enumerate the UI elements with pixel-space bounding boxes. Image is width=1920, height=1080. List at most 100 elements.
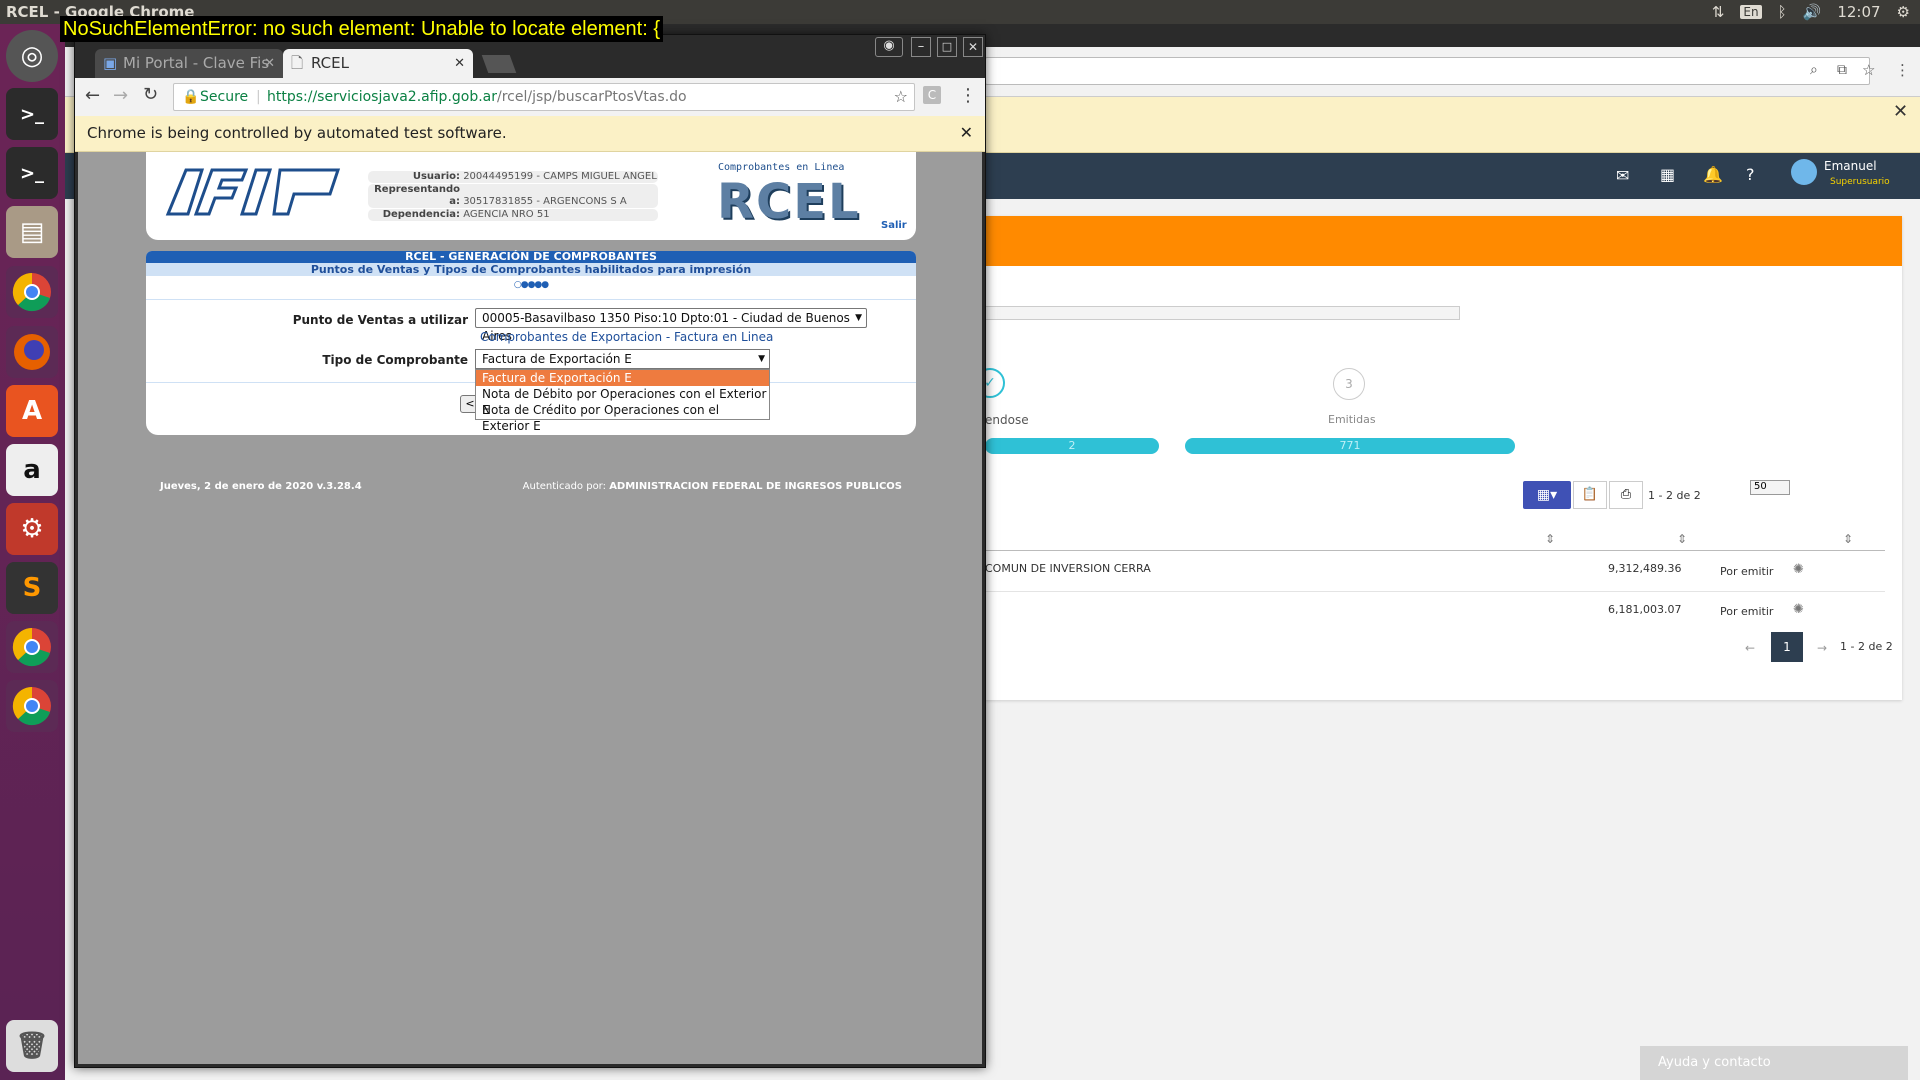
print-button[interactable]: ⎙ xyxy=(1609,481,1643,509)
url-domain: https://serviciosjava2.afip.gob.ar xyxy=(267,89,498,105)
volume-icon[interactable]: 🔊 xyxy=(1803,3,1822,21)
user-avatar[interactable] xyxy=(1791,159,1817,185)
profile-icon[interactable]: ◉ xyxy=(875,37,903,57)
system-settings-icon[interactable]: ⚙ xyxy=(6,503,58,555)
tab-rcel[interactable]: 🗋 RCEL ✕ xyxy=(283,49,473,78)
terminal-icon[interactable]: >_ xyxy=(6,88,58,140)
sort-icon-3[interactable]: ⇕ xyxy=(1843,532,1853,546)
back-arrow-icon[interactable]: ← xyxy=(85,85,100,106)
bell-icon[interactable]: 🔔 xyxy=(1703,165,1723,184)
close-window-button[interactable]: ✕ xyxy=(963,37,983,57)
step-3-circle: 3 xyxy=(1333,368,1365,400)
pagination-range-top: 1 - 2 de 2 xyxy=(1648,489,1701,502)
bg-bookmark-star-icon[interactable]: ☆ xyxy=(1862,61,1875,79)
chrome-icon-2[interactable] xyxy=(6,621,58,673)
tab-mi-portal[interactable]: ▣ Mi Portal - Clave Fis ✕ xyxy=(95,49,283,78)
amazon-icon[interactable]: a xyxy=(6,444,58,496)
mail-icon[interactable]: ✉ xyxy=(1616,166,1629,185)
option-nota-debito[interactable]: Nota de Débito por Operaciones con el Ex… xyxy=(476,386,769,417)
user-role: Superusuario xyxy=(1830,177,1890,187)
url-text: https://serviciosjava2.afip.gob.ar/rcel/… xyxy=(267,84,687,110)
punto-ventas-label: Punto de Ventas a utilizar xyxy=(292,313,468,327)
error-overlay: NoSuchElementError: no such element: Una… xyxy=(60,16,663,42)
per-page-select[interactable]: 50 xyxy=(1750,480,1790,495)
afip-header: Usuario: 20044495199 - CAMPS MIGUEL ANGE… xyxy=(146,152,916,240)
sort-icon-2[interactable]: ⇕ xyxy=(1677,532,1687,546)
help-icon[interactable]: ? xyxy=(1746,165,1755,184)
footer-auth-value: ADMINISTRACION FEDERAL DE INGRESOS PUBLI… xyxy=(609,481,902,492)
representando-value: 30517831855 - ARGENCONS S A xyxy=(463,196,627,207)
reload-icon[interactable]: ↻ xyxy=(143,84,158,105)
tipo-comprobante-select[interactable]: Factura de Exportación E ▼ xyxy=(475,349,770,369)
bg-info-close-icon[interactable]: ✕ xyxy=(1893,101,1908,122)
software-center-icon[interactable]: A xyxy=(6,385,58,437)
step-indicator: ○●●●● xyxy=(513,280,549,290)
tipo-comprobante-dropdown: Factura de Exportación E Nota de Débito … xyxy=(475,369,770,433)
row-1-name: COMUN DE INVERSION CERRA xyxy=(985,562,1151,575)
punto-ventas-select[interactable]: 00005-Basavilbaso 1350 Piso:10 Dpto:01 -… xyxy=(475,308,867,343)
files-icon[interactable]: ▤ xyxy=(6,206,58,258)
automation-notice: Chrome is being controlled by automated … xyxy=(87,124,507,142)
pagination-next-icon[interactable]: → xyxy=(1817,641,1827,655)
keyboard-language[interactable]: En xyxy=(1740,5,1762,19)
menu-dots-icon[interactable]: ⋮ xyxy=(959,85,977,106)
firefox-icon[interactable] xyxy=(6,326,58,378)
bluetooth-icon[interactable]: ᛒ xyxy=(1778,3,1787,21)
ubuntu-dash-icon[interactable]: ◎ xyxy=(6,30,58,82)
url-path: /rcel/jsp/buscarPtosVtas.do xyxy=(497,89,687,105)
option-factura-exportacion[interactable]: Factura de Exportación E xyxy=(476,370,769,386)
grid-view-button[interactable]: ▦▾ xyxy=(1523,481,1571,509)
automation-info-bar: Chrome is being controlled by automated … xyxy=(75,116,985,152)
sublime-text-icon[interactable]: S xyxy=(6,562,58,614)
table-header-divider xyxy=(985,550,1885,551)
forward-arrow-icon[interactable]: → xyxy=(113,85,128,106)
lock-icon: 🔒 xyxy=(182,89,200,105)
bg-zoom-icon[interactable]: ⌕ xyxy=(1810,62,1818,78)
new-tab-button[interactable] xyxy=(481,55,517,73)
bg-content-card: ✓ 3 endose Emitidas 2 771 ▦▾ 📋 ⎙ 1 - 2 d… xyxy=(975,216,1902,700)
terminal-icon-2[interactable]: >_ xyxy=(6,147,58,199)
secure-label: Secure xyxy=(200,89,249,105)
pagination-prev-icon[interactable]: ← xyxy=(1745,641,1755,655)
maximize-button[interactable]: □ xyxy=(937,37,957,57)
chrome-icon-3[interactable] xyxy=(6,680,58,732)
option-nota-credito[interactable]: Nota de Crédito por Operaciones con el E… xyxy=(476,402,769,433)
calendar-icon[interactable]: ▦ xyxy=(1660,165,1675,184)
bg-translate-icon[interactable]: ⧉ xyxy=(1837,62,1847,78)
address-bar[interactable]: 🔒 Secure | https://serviciosjava2.afip.g… xyxy=(173,83,915,111)
progress-bar-1: 2 xyxy=(985,438,1159,454)
bookmark-star-icon[interactable]: ☆ xyxy=(894,84,908,110)
step-2-label: endose xyxy=(985,413,1029,427)
sort-icon-1[interactable]: ⇕ xyxy=(1545,532,1555,546)
row-2-amount: 6,181,003.07 xyxy=(1608,603,1682,616)
user-info: Usuario: 20044495199 - CAMPS MIGUEL ANGE… xyxy=(368,171,658,221)
user-name[interactable]: Emanuel xyxy=(1824,159,1877,173)
row-2-spinner-icon: ✺ xyxy=(1793,602,1804,617)
settings-gear-icon[interactable]: ⚙ xyxy=(1897,3,1910,21)
minimize-button[interactable]: – xyxy=(911,37,931,57)
network-icon[interactable]: ⇅ xyxy=(1712,3,1725,21)
form-subtitle: Puntos de Ventas y Tipos de Comprobantes… xyxy=(146,263,916,276)
form-panel: RCEL - GENERACIÓN DE COMPROBANTES Puntos… xyxy=(146,251,916,435)
help-contact-button[interactable]: Ayuda y contacto xyxy=(1640,1046,1908,1080)
dependencia-value: AGENCIA NRO 51 xyxy=(463,209,550,220)
chrome-window: ▣ Mi Portal - Clave Fis ✕ 🗋 RCEL ✕ ◉ – □… xyxy=(74,34,986,1068)
clipboard-button[interactable]: 📋 xyxy=(1573,481,1607,509)
salir-link[interactable]: Salir xyxy=(881,220,907,231)
trash-icon[interactable]: 🗑 xyxy=(6,1020,58,1072)
clock[interactable]: 12:07 xyxy=(1837,3,1880,21)
info-bar-close-icon[interactable]: ✕ xyxy=(960,116,973,150)
chrome-icon[interactable] xyxy=(6,266,58,318)
tipo-comprobante-value: Factura de Exportación E xyxy=(482,352,632,366)
bg-address-bar[interactable] xyxy=(985,57,1870,85)
usuario-value: 20044495199 - CAMPS MIGUEL ANGEL xyxy=(463,171,657,182)
bg-select[interactable] xyxy=(985,306,1460,320)
extension-icon[interactable]: C xyxy=(923,86,941,104)
usuario-label: Usuario: xyxy=(412,171,460,182)
bg-menu-icon[interactable]: ⋮ xyxy=(1895,61,1910,79)
tab-close-icon[interactable]: ✕ xyxy=(264,49,275,78)
row-divider xyxy=(985,591,1885,592)
tab-close-icon[interactable]: ✕ xyxy=(454,49,465,78)
pagination-page-1[interactable]: 1 xyxy=(1771,632,1803,662)
punto-ventas-note: Comprobantes de Exportacion - Factura en… xyxy=(480,330,774,344)
